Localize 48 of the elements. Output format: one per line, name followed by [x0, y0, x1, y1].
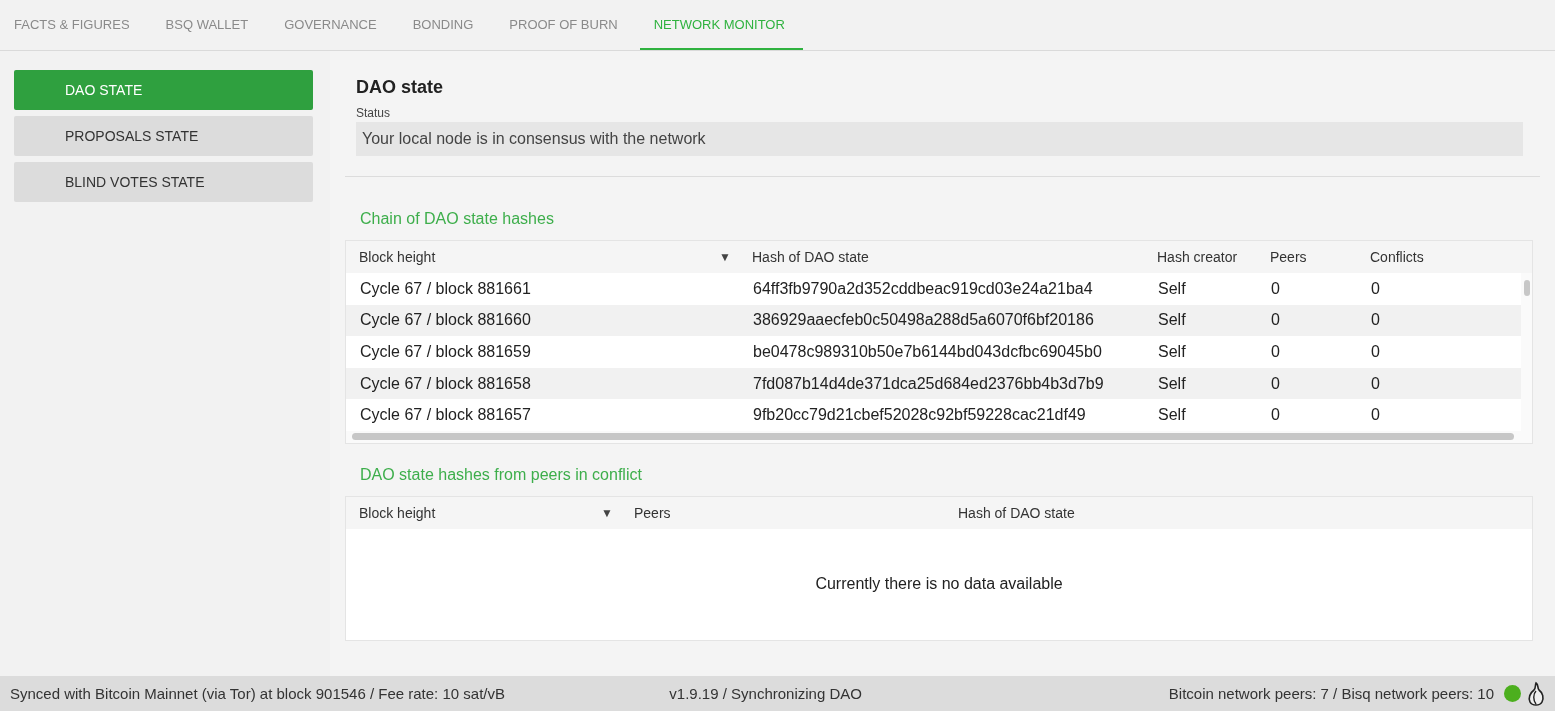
- table-cell-text: 7fd087b14d4de371dca25d684ed2376bb4b3d7b9: [752, 374, 1105, 393]
- table-cell-text: 0: [1370, 279, 1381, 298]
- table-cell-text: Cycle 67 / block 881657: [359, 406, 532, 425]
- table-cell-text: 0: [1370, 311, 1381, 330]
- table-cell-text: Self: [1157, 279, 1187, 298]
- column-header[interactable]: Peers: [1270, 249, 1307, 265]
- table-title: Chain of DAO state hashes: [359, 210, 555, 228]
- table-cell-text: Self: [1157, 406, 1187, 425]
- table-cell-text: Self: [1157, 374, 1187, 393]
- version-status: v1.9.19 / Synchronizing DAO: [669, 685, 863, 702]
- onion-icon: [1527, 680, 1545, 707]
- table-cell-text: Cycle 67 / block 881660: [359, 311, 532, 330]
- table-cell-text: 386929aaecfeb0c50498a288d5a6070f6bf20186: [752, 311, 1095, 330]
- column-header[interactable]: Hash creator: [1157, 249, 1238, 265]
- sync-status: Synced with Bitcoin Mainnet (via Tor) at block 901546 / Fee rate: 10 sat/vB: [10, 685, 506, 702]
- table-cell-text: 9fb20cc79d21cbef52028c92bf59228cac21df49: [752, 406, 1087, 425]
- table-cell-text: 64ff3fb9790a2d352cddbeac919cd03e24a21ba4: [752, 279, 1094, 298]
- section-title: DAO state: [355, 77, 445, 98]
- table-cell-text: Self: [1157, 343, 1187, 361]
- table-cell-text: 0: [1270, 311, 1281, 330]
- peers-status: Bitcoin network peers: 7 / Bisq network peers: 10: [1168, 685, 1494, 702]
- sort-indicator[interactable]: ▼: [601, 505, 613, 520]
- table-cell-text: 0: [1370, 374, 1381, 393]
- column-header[interactable]: Conflicts: [1370, 249, 1424, 265]
- field-label: Status: [356, 106, 392, 120]
- empty-message: Currently there is no data available: [815, 575, 1063, 594]
- table-cell-text: Cycle 67 / block 881659: [359, 343, 532, 361]
- sort-indicator[interactable]: ▼: [719, 250, 731, 264]
- table-cell-text: 0: [1270, 374, 1281, 393]
- table-cell-text: 0: [1370, 406, 1381, 425]
- status-field: Your local node is in consensus with the network: [356, 122, 1523, 156]
- column-header[interactable]: Block height: [359, 249, 436, 265]
- table-cell-text: 0: [1370, 343, 1381, 361]
- column-header[interactable]: Block height: [359, 504, 436, 521]
- sidebar-button[interactable]: BLIND VOTES STATE: [14, 162, 313, 202]
- column-header[interactable]: Hash of DAO state: [752, 249, 869, 265]
- table-cell-text: Cycle 67 / block 881661: [359, 279, 532, 298]
- table-title: DAO state hashes from peers in conflict: [359, 465, 643, 484]
- vertical-scrollbar[interactable]: [1521, 273, 1532, 431]
- table-cell-text: be0478c989310b50e7b6144bd043dcfbc69045b0: [752, 343, 1103, 361]
- table-cell-text: 0: [1270, 279, 1281, 298]
- table-cell-text: Self: [1157, 311, 1187, 330]
- sidebar-button[interactable]: PROPOSALS STATE: [14, 116, 313, 156]
- table-cell-text: 0: [1270, 343, 1281, 361]
- column-header[interactable]: Peers: [634, 504, 671, 521]
- table-cell-text: Cycle 67 / block 881658: [359, 374, 532, 393]
- column-header[interactable]: Hash of DAO state: [958, 504, 1075, 521]
- table-cell-text: 0: [1270, 406, 1281, 425]
